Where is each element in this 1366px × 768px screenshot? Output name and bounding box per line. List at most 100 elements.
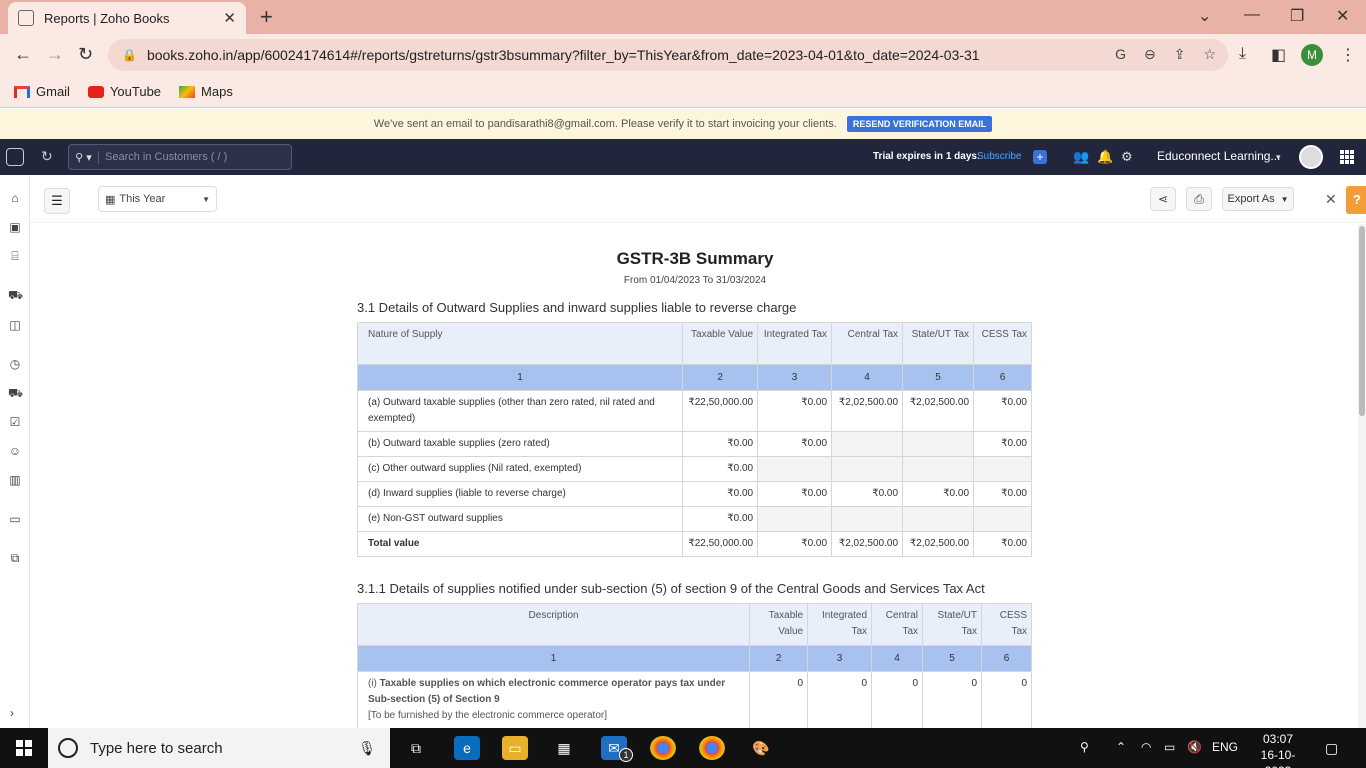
contacts-person-icon[interactable]: ☺ — [8, 444, 22, 458]
taskbar-search-input[interactable]: Type here to search — [90, 740, 223, 757]
close-report-icon[interactable]: ✕ — [1325, 191, 1337, 208]
task-view-icon[interactable]: ⧉ — [403, 736, 429, 760]
restore-icon[interactable]: ❐ — [1290, 6, 1304, 26]
reload-icon[interactable]: ↻ — [78, 44, 93, 65]
reports-chart-icon[interactable]: ▥ — [8, 473, 22, 487]
cess-tax-value: ₹0.00 — [973, 431, 1032, 457]
tab-search-chevron-icon[interactable]: ⌄ — [1198, 6, 1211, 26]
taxable-value-link[interactable]: ₹0.00 — [682, 431, 759, 457]
period-filter[interactable]: ▦ This Year ▼ — [98, 186, 217, 212]
quick-create-icon[interactable]: + — [1033, 150, 1047, 164]
volume-muted-icon[interactable]: 🔇 — [1187, 740, 1202, 754]
search-icon[interactable]: ⚲ ▾ — [69, 150, 99, 164]
language-indicator[interactable]: ENG — [1212, 740, 1238, 754]
column-header: State/UT Tax — [922, 603, 982, 646]
omnibox[interactable]: 🔒 books.zoho.in/app/60024174614#/reports… — [108, 39, 1228, 71]
share-icon[interactable]: ⇪ — [1174, 46, 1186, 63]
home-icon[interactable]: ⌂ — [8, 191, 22, 205]
time-tracking-icon[interactable]: ◷ — [8, 357, 22, 371]
org-chevron-down-icon[interactable]: ▾ — [1276, 152, 1281, 163]
bookmark-maps[interactable]: Maps — [179, 84, 233, 99]
browser-menu-icon[interactable]: ⋮ — [1340, 45, 1356, 65]
search-input[interactable]: Search in Customers ( / ) — [99, 151, 227, 163]
accountant-icon[interactable]: ☑ — [8, 415, 22, 429]
calendar-icon: ▦ — [105, 193, 116, 206]
documents-folder-icon[interactable]: ▭ — [8, 512, 22, 526]
column-number: 6 — [981, 645, 1032, 672]
state-tax-value: ₹0.00 — [902, 481, 975, 507]
back-icon[interactable]: ← — [14, 44, 32, 65]
microphone-icon[interactable]: 🎙 — [358, 740, 376, 757]
browser-tab[interactable]: Reports | Zoho Books ✕ — [8, 2, 246, 34]
chrome-profile-icon[interactable] — [699, 736, 725, 760]
taxable-value-link[interactable]: ₹22,50,000.00 — [682, 390, 759, 432]
url-text[interactable]: books.zoho.in/app/60024174614#/reports/g… — [147, 47, 980, 63]
file-explorer-icon[interactable]: ▭ — [502, 736, 528, 760]
app-icon[interactable]: 🎨 — [748, 736, 774, 760]
user-avatar[interactable] — [1299, 145, 1323, 169]
print-button[interactable]: ⎙ — [1186, 187, 1212, 211]
taxable-value-link[interactable]: ₹0.00 — [682, 481, 759, 507]
users-icon[interactable]: 👥 — [1073, 149, 1089, 165]
maps-icon — [179, 85, 196, 98]
app-header: ↻ ⚲ ▾ Search in Customers ( / ) Trial ex… — [0, 139, 1366, 175]
download-icon[interactable]: ⤓ — [1239, 45, 1246, 63]
settings-gear-icon[interactable]: ⚙ — [1121, 149, 1133, 165]
notifications-center-icon[interactable]: ▢ — [1325, 740, 1338, 757]
eway-bill-truck-icon[interactable]: ⛟ — [8, 386, 23, 400]
wifi-icon[interactable]: ◠ — [1141, 740, 1151, 754]
purchases-bag-icon[interactable]: ◫ — [8, 318, 22, 332]
taxable-value-link[interactable]: ₹0.00 — [682, 506, 759, 532]
people-icon[interactable]: ⚲ — [1080, 740, 1089, 754]
close-window-icon[interactable]: ✕ — [1336, 6, 1349, 26]
zoho-books-logo-icon[interactable] — [6, 148, 24, 166]
total-central-tax: ₹2,02,500.00 — [831, 531, 904, 557]
export-as-button[interactable]: Export As ▼ — [1222, 187, 1294, 211]
taskbar-search[interactable]: Type here to search 🎙 — [48, 728, 390, 768]
minimize-icon[interactable]: — — [1244, 6, 1260, 24]
bookmark-gmail[interactable]: Gmail — [14, 84, 70, 99]
organization-switcher[interactable]: Educonnect Learning... — [1157, 149, 1280, 163]
forward-icon[interactable]: → — [46, 44, 64, 65]
side-panel-icon[interactable]: ◧ — [1271, 45, 1286, 65]
scrollbar-thumb[interactable] — [1359, 226, 1365, 416]
address-bar-row: ← → ↻ 🔒 books.zoho.in/app/60024174614#/r… — [0, 34, 1366, 76]
banking-icon[interactable]: ⌸ — [8, 249, 22, 263]
clock-date: 16-10-2023 — [1260, 748, 1296, 768]
edge-icon[interactable]: e — [454, 736, 480, 760]
new-tab-icon[interactable]: + — [260, 4, 273, 30]
chrome-icon[interactable] — [650, 736, 676, 760]
battery-icon[interactable]: ▭ — [1164, 740, 1175, 754]
help-button[interactable]: ? — [1346, 186, 1366, 214]
report-scrollbar[interactable] — [1358, 224, 1366, 728]
supply-label: (a) Outward taxable supplies (other than… — [356, 390, 684, 432]
notifications-icon[interactable]: 🔔 — [1097, 149, 1113, 165]
system-clock[interactable]: 03:07 16-10-2023 — [1254, 731, 1302, 768]
share-report-button[interactable]: ⋖ — [1150, 187, 1176, 211]
store-icon[interactable]: ▦ — [551, 736, 577, 760]
cess-tax-value: 0 — [981, 671, 1032, 728]
bookmark-star-icon[interactable]: ☆ — [1203, 46, 1216, 63]
lock-icon[interactable]: 🔒 — [122, 48, 137, 62]
subscribe-link[interactable]: Subscribe — [977, 151, 1021, 162]
items-icon[interactable]: ▣ — [8, 220, 22, 234]
apps-icon[interactable]: ⧉ — [8, 551, 22, 565]
sales-cart-icon[interactable]: ⛟ — [8, 288, 23, 302]
resend-verification-button[interactable]: RESEND VERIFICATION EMAIL — [846, 116, 993, 132]
global-search[interactable]: ⚲ ▾ Search in Customers ( / ) — [68, 144, 292, 170]
bookmark-youtube[interactable]: YouTube — [87, 84, 161, 99]
report-menu-button[interactable]: ☰ — [44, 188, 70, 214]
column-number: 1 — [356, 364, 684, 391]
profile-avatar[interactable]: M — [1301, 44, 1323, 66]
windows-start-icon[interactable] — [16, 740, 32, 756]
taxable-value-link[interactable]: ₹0.00 — [682, 456, 759, 482]
table-row: (i) Taxable supplies on which electronic… — [356, 671, 1032, 728]
expand-sidebar-chevron-icon[interactable]: › — [10, 706, 14, 720]
recent-history-icon[interactable]: ↻ — [41, 148, 53, 165]
google-icon[interactable]: G — [1115, 46, 1126, 63]
empty-cell — [757, 456, 833, 482]
tray-chevron-up-icon[interactable]: ⌃ — [1116, 740, 1126, 754]
apps-grid-icon[interactable] — [1340, 150, 1354, 164]
close-tab-icon[interactable]: ✕ — [223, 9, 236, 27]
zoom-icon[interactable]: ⊖ — [1144, 46, 1156, 63]
